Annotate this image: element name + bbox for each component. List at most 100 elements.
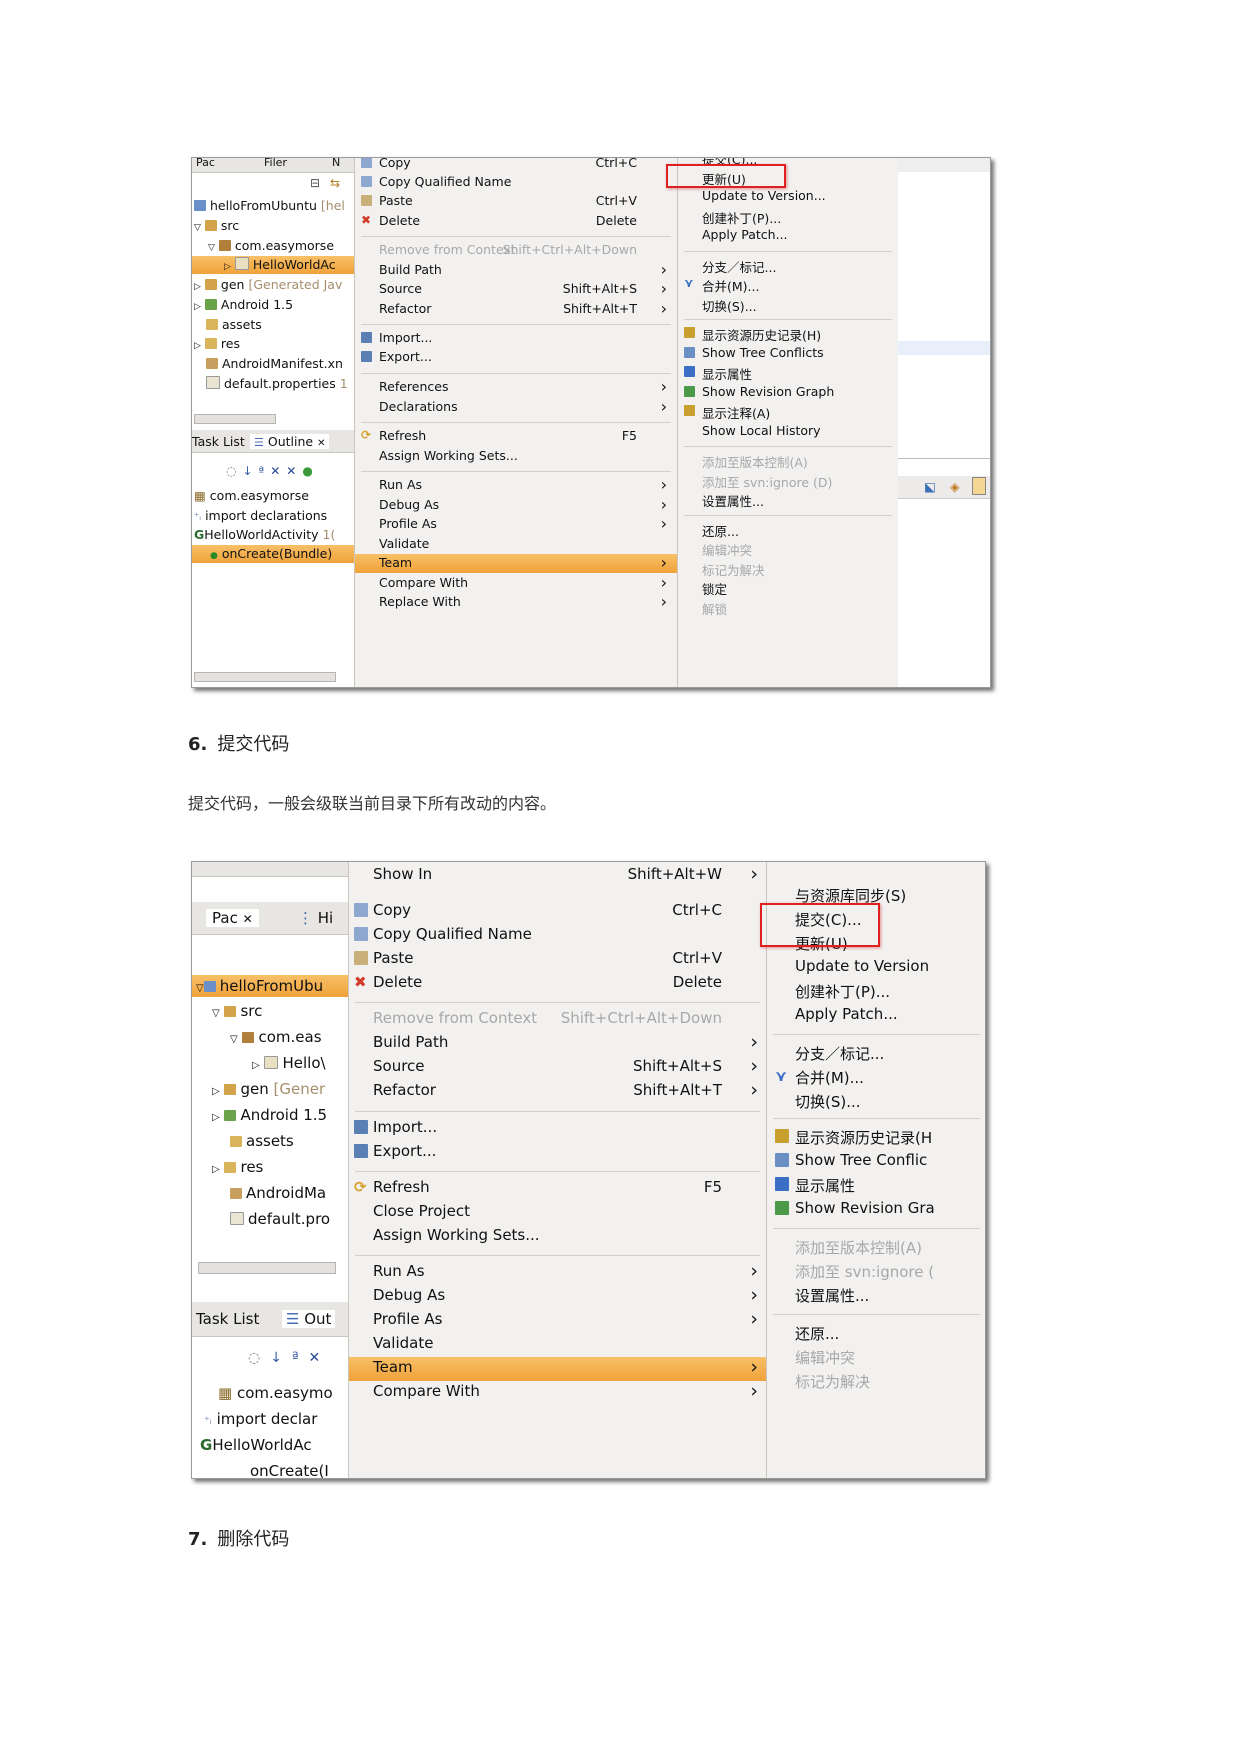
menu-item-delete[interactable]: ✖ Delete Delete: [355, 212, 677, 231]
tab-filer[interactable]: Filer: [264, 158, 287, 169]
menu-item-import[interactable]: Import...: [355, 329, 677, 348]
team-item-item[interactable]: 编辑冲突: [767, 1346, 985, 1370]
team-item-item[interactable]: 显示属性: [767, 1174, 985, 1198]
team-item-update-to-version[interactable]: Update to Version: [767, 956, 985, 980]
menu-item-delete[interactable]: ✖ Delete Delete: [349, 972, 766, 996]
team-item-item[interactable]: 解锁: [678, 598, 898, 617]
team-item-show-tree-conflicts[interactable]: Show Tree Conflicts: [678, 344, 898, 363]
team-item-show-revision-gra[interactable]: Show Revision Gra: [767, 1198, 985, 1222]
team-item-show-local-history[interactable]: Show Local History: [678, 422, 898, 441]
tab-outline[interactable]: ☰ Out: [282, 1310, 336, 1328]
collapse-all-icon[interactable]: ⊟: [310, 176, 320, 190]
team-item-apply-patch[interactable]: Apply Patch...: [767, 1004, 985, 1028]
team-item-show-tree-conflic[interactable]: Show Tree Conflic: [767, 1150, 985, 1174]
team-item-item[interactable]: 显示属性: [678, 363, 898, 382]
team-item-item[interactable]: 设置属性...: [767, 1284, 985, 1308]
tab-navigator[interactable]: N: [332, 158, 340, 169]
team-item-show-revision-graph[interactable]: Show Revision Graph: [678, 383, 898, 402]
outline-item-imports[interactable]: ⁺ᵢ import declarations: [194, 508, 327, 523]
menu-item-replace-with[interactable]: Replace With ›: [355, 593, 677, 612]
team-item-h[interactable]: 显示资源历史记录(H: [767, 1126, 985, 1150]
menu-item-profile-as[interactable]: Profile As ›: [355, 515, 677, 534]
tab-outline[interactable]: ☰ Outline ✕: [250, 434, 330, 449]
hide-static-icon[interactable]: ✕: [270, 464, 286, 478]
tree-item-activity[interactable]: ▷ HelloWorldAc: [192, 256, 354, 274]
menu-item-export[interactable]: Export...: [349, 1141, 766, 1165]
team-item-svn-ignore[interactable]: 添加至 svn:ignore (: [767, 1260, 985, 1284]
team-item-item[interactable]: 还原...: [767, 1322, 985, 1346]
tree-item-package[interactable]: ▽ com.easymorse: [208, 238, 334, 253]
sort-icon[interactable]: ↓ª: [270, 1350, 308, 1366]
java-perspective-icon[interactable]: [972, 477, 986, 495]
team-item-item[interactable]: 标记为解决: [767, 1370, 985, 1394]
ddms-icon[interactable]: ◈: [950, 479, 960, 494]
team-item-item[interactable]: 锁定: [678, 578, 898, 597]
tab-hierarchy[interactable]: ⋮ Hi: [298, 909, 333, 927]
outline-item-class[interactable]: GHelloWorldAc: [200, 1436, 312, 1454]
team-item-s[interactable]: 切换(S)...: [678, 295, 898, 314]
menu-item-export[interactable]: Export...: [355, 348, 677, 367]
menu-item-assign-working-sets[interactable]: Assign Working Sets...: [355, 447, 677, 466]
menu-item-run-as[interactable]: Run As ›: [355, 476, 677, 495]
menu-item-refresh[interactable]: ⟳ Refresh F5: [349, 1177, 766, 1201]
tree-item-project[interactable]: ▽ helloFromUbu: [192, 975, 348, 997]
tree-item-package[interactable]: ▽ com.eas: [230, 1028, 322, 1046]
link-editor-icon[interactable]: ⇆: [330, 176, 340, 190]
team-item-m[interactable]: ⋎ 合并(M)...: [767, 1066, 985, 1090]
team-item-a[interactable]: 添加至版本控制(A): [678, 451, 898, 470]
tree-item-default-properties[interactable]: default.pro: [230, 1210, 330, 1228]
menu-item-declarations[interactable]: Declarations ›: [355, 398, 677, 417]
team-item-item[interactable]: 编辑冲突: [678, 539, 898, 558]
menu-item-profile-as[interactable]: Profile As ›: [349, 1309, 766, 1333]
menu-item-compare-with[interactable]: Compare With ›: [349, 1381, 766, 1405]
tree-item-res[interactable]: ▷ res: [212, 1158, 263, 1176]
horizontal-scrollbar[interactable]: [194, 672, 336, 682]
menu-item-copy[interactable]: Copy Ctrl+C: [355, 158, 677, 173]
menu-item-close-project[interactable]: Close Project: [349, 1201, 766, 1225]
tree-item-android[interactable]: ▷ Android 1.5: [212, 1106, 327, 1124]
menu-item-remove-from-context[interactable]: Remove from Context Shift+Ctrl+Alt+Down: [349, 1008, 766, 1032]
tree-item-assets[interactable]: assets: [206, 317, 262, 332]
menu-item-source[interactable]: Source Shift+Alt+S ›: [355, 280, 677, 299]
tab-package-explorer[interactable]: Pac: [196, 158, 215, 169]
hide-local-icon[interactable]: ●: [302, 464, 318, 478]
team-item-p[interactable]: 创建补丁(P)...: [678, 207, 898, 226]
team-item-item[interactable]: 分支／标记...: [678, 256, 898, 275]
hide-static-icon[interactable]: ✕: [309, 1350, 331, 1366]
outline-item-package[interactable]: ▦ com.easymo: [218, 1384, 333, 1402]
tree-item-gen[interactable]: ▷ gen [Gener: [212, 1080, 325, 1098]
perspective-icon[interactable]: ⬕: [924, 479, 936, 494]
menu-item-assign-working-sets[interactable]: Assign Working Sets...: [349, 1225, 766, 1249]
menu-item-copy-qualified-name[interactable]: Copy Qualified Name: [355, 173, 677, 192]
close-icon[interactable]: ✕: [317, 438, 325, 449]
outline-item-package[interactable]: ▦ com.easymorse: [194, 488, 309, 503]
menu-item-build-path[interactable]: Build Path ›: [349, 1032, 766, 1056]
team-item-h[interactable]: 显示资源历史记录(H): [678, 324, 898, 343]
team-item-s[interactable]: 切换(S)...: [767, 1090, 985, 1114]
team-item-item[interactable]: 分支／标记...: [767, 1042, 985, 1066]
team-item-update-to-version[interactable]: Update to Version...: [678, 187, 898, 206]
menu-item-team[interactable]: Team ›: [355, 554, 677, 573]
menu-item-team[interactable]: Team ›: [349, 1357, 766, 1381]
menu-item-validate[interactable]: Validate: [349, 1333, 766, 1357]
menu-item-references[interactable]: References ›: [355, 378, 677, 397]
outline-item-method[interactable]: onCreate(I: [250, 1462, 329, 1478]
menu-item-debug-as[interactable]: Debug As ›: [355, 496, 677, 515]
horizontal-scrollbar[interactable]: [194, 414, 276, 424]
tree-item-assets[interactable]: assets: [230, 1132, 294, 1150]
team-item-apply-patch[interactable]: Apply Patch...: [678, 226, 898, 245]
menu-item-refactor[interactable]: Refactor Shift+Alt+T ›: [349, 1080, 766, 1104]
tab-task-list[interactable]: Task List: [192, 434, 245, 449]
horizontal-scrollbar[interactable]: [198, 1262, 336, 1274]
tree-item-manifest[interactable]: AndroidManifest.xn: [206, 356, 343, 371]
menu-item-source[interactable]: Source Shift+Alt+S ›: [349, 1056, 766, 1080]
menu-item-debug-as[interactable]: Debug As ›: [349, 1285, 766, 1309]
outline-item-imports[interactable]: ⁺ᵢ import declar: [204, 1410, 317, 1428]
team-item-item[interactable]: 还原...: [678, 520, 898, 539]
outline-item-class[interactable]: GHelloWorldActivity 1(: [194, 527, 335, 542]
menu-item-paste[interactable]: Paste Ctrl+V: [349, 948, 766, 972]
hide-nonpublic-icon[interactable]: ✕: [286, 464, 302, 478]
close-icon[interactable]: ✕: [243, 912, 253, 926]
menu-item-validate[interactable]: Validate: [355, 535, 677, 554]
team-item-p[interactable]: 创建补丁(P)...: [767, 980, 985, 1004]
